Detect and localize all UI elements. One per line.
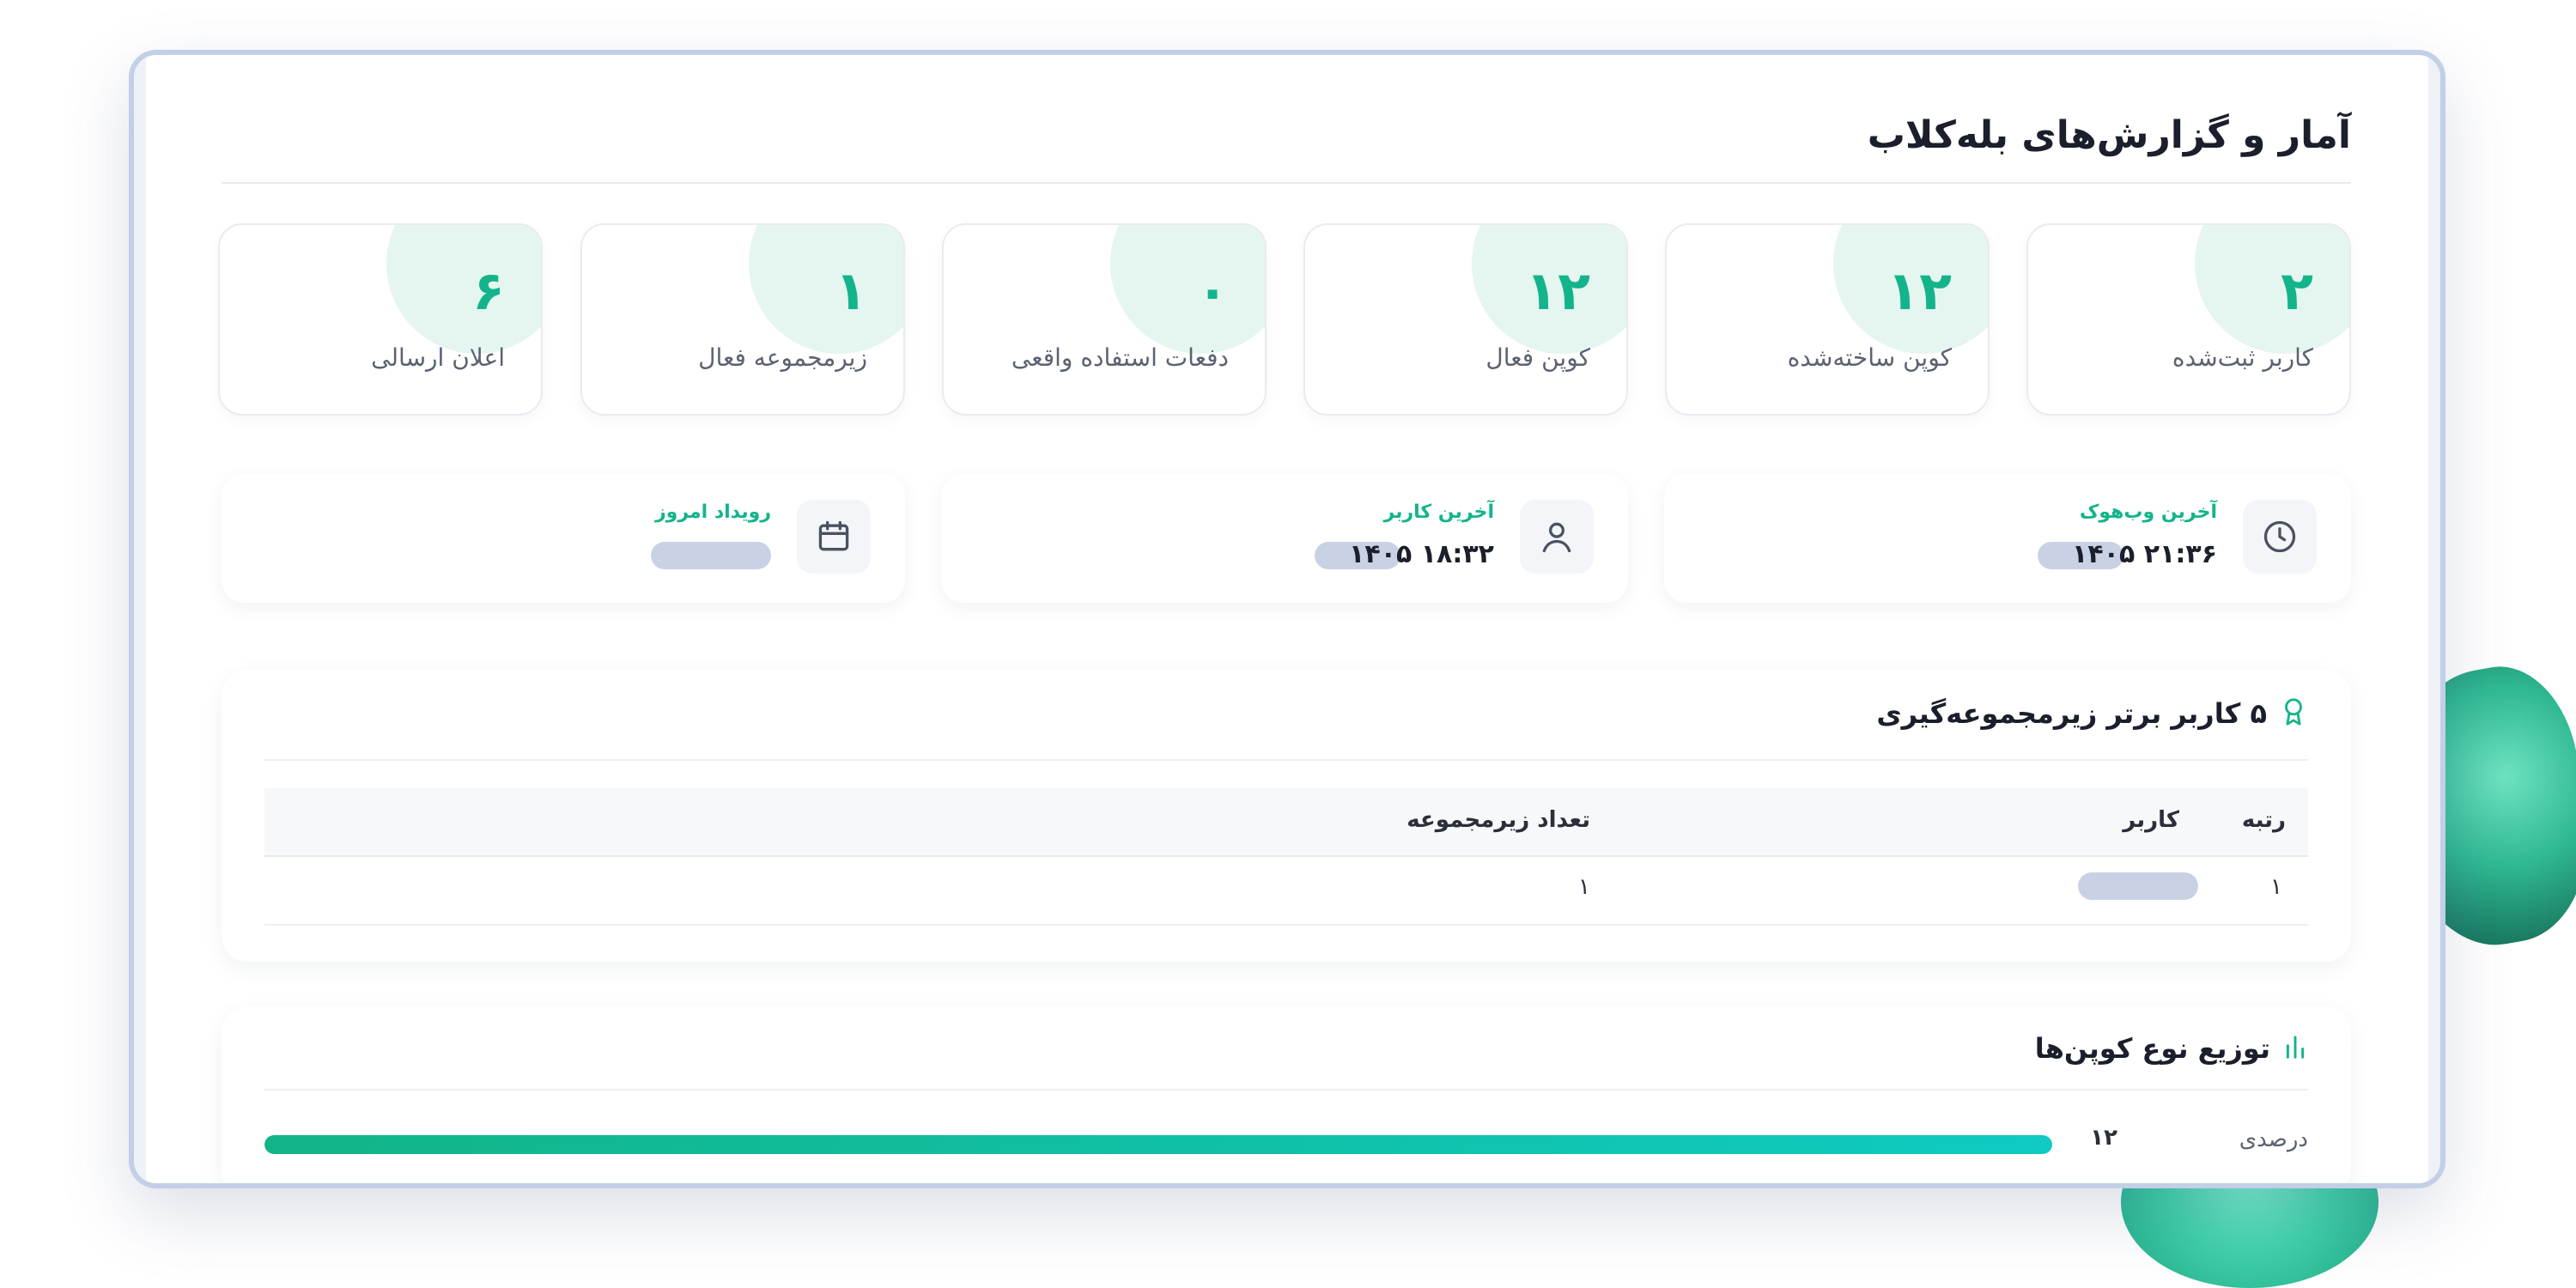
- stat-card-active-referrals: ۱ زیرمجموعه فعال: [580, 223, 905, 416]
- stat-card-sent-notifications: ۶ اعلان ارسالی: [218, 223, 543, 416]
- column-header-rank: رتبه: [2241, 807, 2286, 833]
- column-header-user: کاربر: [2123, 807, 2179, 833]
- stat-label: دفعات استفاده واقعی: [1011, 343, 1229, 372]
- panel-header: توزیع نوع کوپن‌ها: [2035, 1032, 2308, 1065]
- user-icon: [1520, 500, 1594, 574]
- stat-card-registered-users: ۲ کاربر ثبت‌شده: [2026, 223, 2351, 416]
- stat-label: کاربر ثبت‌شده: [2172, 343, 2313, 372]
- page-content: آمار و گزارش‌های بله‌کلاب ۲ کاربر ثبت‌شد…: [218, 88, 2351, 1183]
- last-user-card: آخرین کاربر ۱۸:۳۲ ۱۴۰۵: [941, 474, 1628, 603]
- cell-count: ۱: [1578, 874, 1590, 900]
- cell-user: [2078, 872, 2198, 906]
- stat-value: ۰: [1196, 259, 1229, 322]
- window-edge-left: [134, 55, 146, 1183]
- distribution-row: درصدی ۱۲: [264, 1118, 2308, 1170]
- stat-card-created-coupons: ۱۲ کوپن ساخته‌شده: [1665, 223, 1990, 416]
- stat-card-active-coupons: ۱۲ کوپن فعال: [1303, 223, 1628, 416]
- stat-value: ۱۲: [1525, 259, 1590, 322]
- last-webhook-time: ۲۱:۳۶ ۱۴۰۵: [2072, 539, 2217, 569]
- top-referrers-panel: ۵ کاربر برتر زیرمجموعه‌گیری رتبه کاربر ت…: [222, 670, 2351, 962]
- window-edge-right: [2428, 55, 2440, 1183]
- cell-rank: ۱: [2270, 874, 2282, 900]
- calendar-icon: [797, 500, 871, 574]
- stat-label: زیرمجموعه فعال: [698, 343, 867, 372]
- page-title: آمار و گزارش‌های بله‌کلاب: [1867, 113, 2351, 157]
- table-header: رتبه کاربر تعداد زیرمجموعه: [264, 788, 2308, 857]
- award-ribbon-icon: [2279, 696, 2308, 732]
- panel-title: توزیع نوع کوپن‌ها: [2034, 1032, 2270, 1065]
- last-webhook-title: آخرین وب‌هوک: [2079, 501, 2217, 523]
- stat-card-decoration: [749, 225, 903, 354]
- panel-header: ۵ کاربر برتر زیرمجموعه‌گیری: [1876, 696, 2308, 732]
- last-user-value: ۱۸:۳۲ ۱۴۰۵: [1314, 539, 1494, 569]
- last-webhook-card: آخرین وب‌هوک ۲۱:۳۶ ۱۴۰۵: [1664, 474, 2351, 603]
- stat-value: ۱: [835, 259, 867, 322]
- stat-label: کوپن فعال: [1485, 343, 1590, 372]
- last-user-time: ۱۸:۳۲ ۱۴۰۵: [1349, 539, 1494, 569]
- bar-chart-icon: [2282, 1033, 2308, 1064]
- stat-card-decoration: [2195, 225, 2349, 354]
- stat-card-actual-usage: ۰ دفعات استفاده واقعی: [942, 223, 1267, 416]
- clock-icon: [2243, 500, 2317, 574]
- distribution-bar-track: [264, 1135, 2052, 1154]
- today-event-title: رویداد امروز: [655, 501, 771, 523]
- today-event-card: رویداد امروز: [222, 474, 905, 603]
- title-divider: [222, 182, 2351, 184]
- panel-title: ۵ کاربر برتر زیرمجموعه‌گیری: [1876, 697, 2267, 730]
- redacted-value: [2078, 872, 2198, 900]
- stat-value: ۱۲: [1886, 259, 1952, 322]
- coupon-type-label: درصدی: [2239, 1127, 2308, 1152]
- stats-row: ۲ کاربر ثبت‌شده ۱۲ کوپن ساخته‌شده ۱۲ کوپ…: [218, 223, 2351, 416]
- stat-label: اعلان ارسالی: [371, 343, 505, 372]
- coupon-distribution-panel: توزیع نوع کوپن‌ها درصدی ۱۲: [222, 1006, 2351, 1183]
- today-event-value: [651, 539, 771, 569]
- last-user-title: آخرین کاربر: [1383, 501, 1494, 523]
- panel-divider: [264, 1089, 2308, 1091]
- app-window: آمار و گزارش‌های بله‌کلاب ۲ کاربر ثبت‌شد…: [129, 50, 2445, 1188]
- info-row: آخرین وب‌هوک ۲۱:۳۶ ۱۴۰۵ آخرین کاربر ۱۸:۳…: [222, 474, 2351, 603]
- stat-value: ۲: [2281, 259, 2313, 322]
- redacted-value: [651, 541, 771, 569]
- panel-divider: [264, 759, 2308, 761]
- coupon-type-count: ۱۲: [2090, 1125, 2117, 1151]
- table-row: ۱ ۱: [264, 855, 2308, 926]
- stat-card-decoration: [386, 225, 541, 354]
- column-header-count: تعداد زیرمجموعه: [1406, 807, 1590, 833]
- stat-value: ۶: [472, 259, 505, 322]
- last-webhook-value: ۲۱:۳۶ ۱۴۰۵: [2037, 539, 2217, 569]
- stat-card-decoration: [1110, 225, 1265, 354]
- stat-label: کوپن ساخته‌شده: [1787, 343, 1952, 372]
- distribution-bar-fill: [264, 1135, 2052, 1154]
